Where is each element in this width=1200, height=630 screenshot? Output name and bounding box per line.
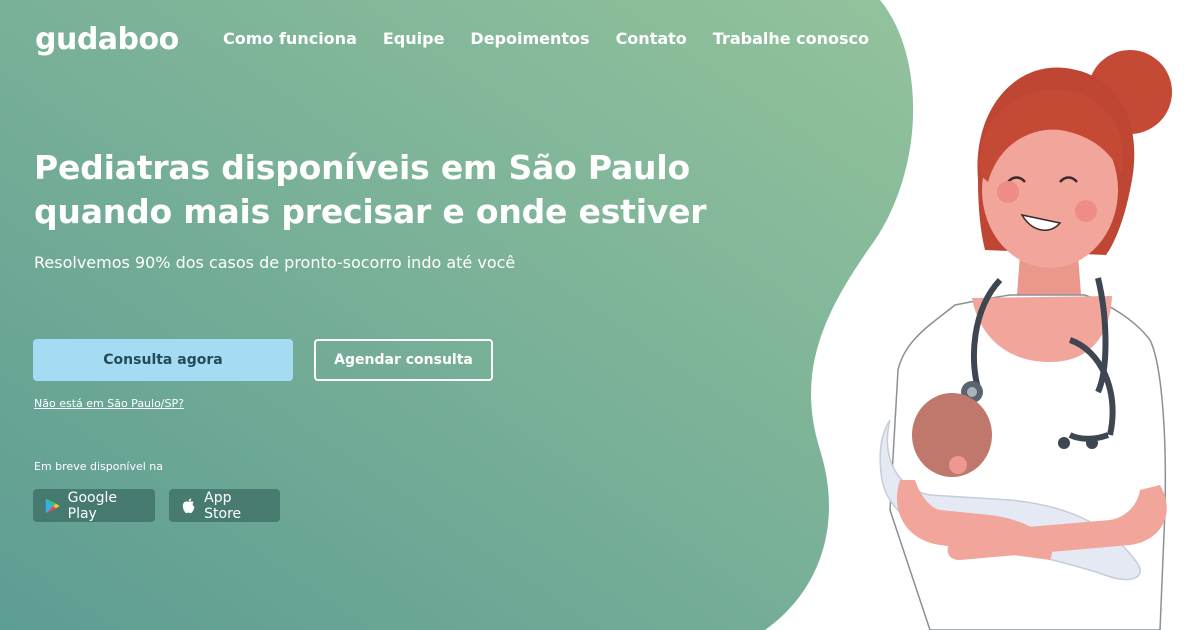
stethoscope-chestpiece-center [967, 387, 977, 397]
pediatrician-illustration [879, 50, 1172, 630]
apple-icon [182, 498, 195, 513]
region-link[interactable]: Não está em São Paulo/SP? [34, 397, 184, 410]
coming-soon-label: Em breve disponível na [34, 460, 164, 473]
right-cheek [1075, 200, 1097, 222]
hero-headline: Pediatras disponíveis em São Paulo quand… [34, 146, 734, 234]
top-nav: Como funciona Equipe Depoimentos Contato… [223, 29, 895, 48]
stethoscope-earpiece-left [1058, 437, 1070, 449]
stethoscope-earpiece-right [1086, 437, 1098, 449]
nav-item-contato[interactable]: Contato [616, 29, 687, 48]
hero-headline-line-2: quando mais precisar e onde estiver [34, 192, 707, 231]
google-play-label: Google Play [67, 489, 118, 522]
nav-item-trabalhe-conosco[interactable]: Trabalhe conosco [713, 29, 869, 48]
nav-item-como-funciona[interactable]: Como funciona [223, 29, 357, 48]
hero-headline-line-1: Pediatras disponíveis em São Paulo [34, 148, 690, 187]
left-cheek [997, 181, 1019, 203]
baby-cheek [949, 456, 967, 474]
google-play-badge[interactable]: Google Play [33, 489, 155, 522]
hero-subtitle: Resolvemos 90% dos casos de pronto-socor… [34, 253, 516, 272]
nav-item-depoimentos[interactable]: Depoimentos [470, 29, 589, 48]
brand-logo[interactable]: gudaboo [35, 18, 179, 62]
app-store-badge[interactable]: App Store [169, 489, 280, 522]
app-store-label: App Store [204, 489, 242, 522]
google-play-icon [45, 498, 60, 513]
nav-item-equipe[interactable]: Equipe [383, 29, 445, 48]
schedule-consult-button[interactable]: Agendar consulta [314, 339, 493, 381]
consult-now-button[interactable]: Consulta agora [33, 339, 293, 381]
hero-wave-shape [0, 0, 914, 630]
brand-name: gudaboo [35, 22, 179, 57]
